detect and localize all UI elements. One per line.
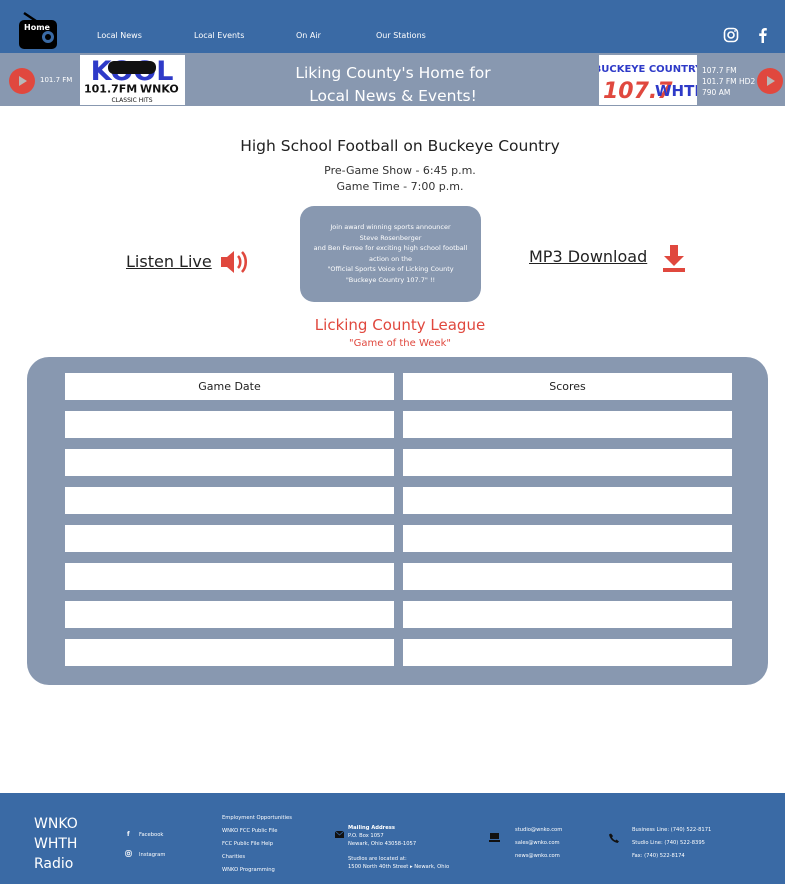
left-frequency: 101.7 FM (40, 76, 73, 84)
table-cell-score (403, 449, 732, 476)
footer-facebook-link[interactable]: Facebook (139, 832, 163, 838)
table-cell-date (65, 601, 394, 628)
svg-text:BUCKEYE COUNTRY: BUCKEYE COUNTRY (599, 64, 697, 75)
pregame-time: Pre-Game Show - 6:45 p.m. (324, 164, 476, 177)
computer-icon (489, 833, 500, 842)
game-time: Game Time - 7:00 p.m. (336, 180, 464, 193)
bar-headline: Liking County's Home for Local News & Ev… (263, 62, 523, 108)
instagram-icon[interactable] (723, 27, 739, 43)
schedule-table: Game Date Scores (27, 357, 768, 685)
svg-text:WHTH: WHTH (655, 82, 697, 100)
header-game-date: Game Date (65, 373, 394, 400)
listen-live-link[interactable]: Listen Live (126, 252, 212, 271)
mp3-download-link[interactable]: MP3 Download (529, 247, 647, 266)
download-icon[interactable] (661, 243, 687, 273)
footer-brand: WNKO WHTH Radio (34, 816, 78, 872)
table-cell-date (65, 639, 394, 666)
email-studio[interactable]: studio@wnko.com (515, 827, 562, 833)
mail-icon (335, 831, 344, 838)
nav-local-news[interactable]: Local News (97, 31, 142, 40)
svg-text:CLASSIC HITS: CLASSIC HITS (111, 97, 152, 104)
table-cell-score (403, 563, 732, 590)
nav-our-stations[interactable]: Our Stations (376, 31, 426, 40)
kool-logo[interactable]: KOOL 101.7FM WNKO CLASSIC HITS (80, 55, 185, 105)
table-cell-score (403, 487, 732, 514)
footer-link-charities[interactable]: Charities (222, 854, 245, 860)
buckeye-country-logo[interactable]: BUCKEYE COUNTRY 107.7 WHTH (599, 55, 697, 105)
phone-studio: Studio Line: (740) 522-8395 (632, 840, 705, 846)
footer-facebook-icon[interactable]: f (127, 831, 130, 838)
announcer-info-bubble: Join award winning sports announcer Stev… (300, 206, 481, 302)
footer-link-programming[interactable]: WNKO Programming (222, 867, 275, 873)
studio-location-title: Studios are located at: (348, 856, 407, 862)
footer-link-fcc-help[interactable]: FCC Public File Help (222, 841, 273, 847)
nav-home[interactable]: Home (24, 23, 50, 32)
footer: WNKO WHTH Radio f Facebook Instagram Emp… (0, 793, 785, 884)
phone-fax: Fax: (740) 522-8174 (632, 853, 685, 859)
headline-line-2: Local News & Events! (309, 87, 477, 105)
phone-business: Business Line: (740) 522-8171 (632, 827, 712, 833)
table-cell-date (65, 411, 394, 438)
play-left-button[interactable] (9, 68, 35, 94)
table-cell-score (403, 601, 732, 628)
table-cell-date (65, 449, 394, 476)
email-news[interactable]: news@wnko.com (515, 853, 560, 859)
svg-text:101.7FM: 101.7FM (84, 83, 137, 96)
game-of-the-week-label: "Game of the Week" (349, 338, 451, 349)
mailing-address-line: Newark, Ohio 43058-1057 (348, 841, 417, 847)
play-right-button[interactable] (757, 68, 783, 94)
mailing-address-title: Mailing Address (348, 825, 395, 831)
footer-link-fcc-file[interactable]: WNKO FCC Public File (222, 828, 277, 834)
table-cell-score (403, 525, 732, 552)
nav-on-air[interactable]: On Air (296, 31, 321, 40)
speaker-icon[interactable] (219, 248, 251, 276)
header-scores: Scores (403, 373, 732, 400)
phone-icon (609, 833, 619, 843)
email-sales[interactable]: sales@wnko.com (515, 840, 560, 846)
nav-local-events[interactable]: Local Events (194, 31, 244, 40)
studio-location-address: 1500 North 40th Street ▸ Newark, Ohio (348, 864, 450, 870)
top-nav: Home Local News Local Events On Air Our … (0, 0, 785, 53)
table-cell-date (65, 563, 394, 590)
footer-instagram-icon[interactable] (125, 850, 132, 857)
svg-text:WNKO: WNKO (140, 83, 179, 96)
league-title: Licking County League (314, 316, 486, 334)
page-title: High School Football on Buckeye Country (240, 137, 560, 155)
mailing-address-line: P.O. Box 1057 (348, 833, 384, 839)
right-frequencies: 107.7 FM 101.7 FM HD2 790 AM (702, 66, 756, 97)
facebook-icon[interactable] (755, 27, 771, 43)
table-cell-date (65, 525, 394, 552)
footer-link-employment[interactable]: Employment Opportunities (222, 815, 292, 821)
footer-instagram-link[interactable]: Instagram (139, 852, 165, 858)
table-cell-score (403, 639, 732, 666)
table-cell-date (65, 487, 394, 514)
headline-line-1: Liking County's Home for (295, 64, 491, 82)
table-cell-score (403, 411, 732, 438)
